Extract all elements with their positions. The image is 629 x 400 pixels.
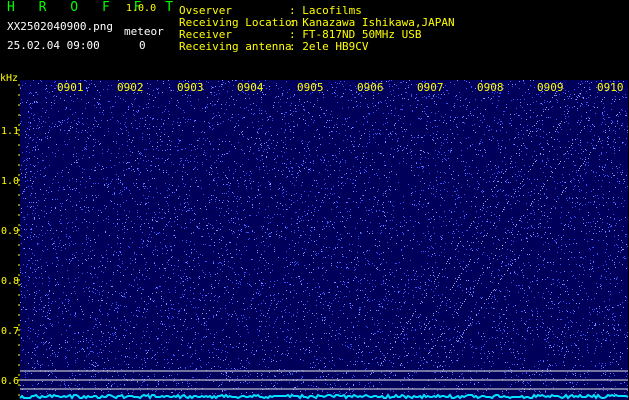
time-tick-label: 0910 xyxy=(597,81,624,94)
time-tick-label: 0906 xyxy=(357,81,384,94)
spectrogram: 0901 0902 0903 0904 0905 0906 0907 0908 0909 0910… xyxy=(1,80,629,400)
time-tick-label: 0903 xyxy=(177,81,204,94)
freq-axis: 1.1 1.0 0.9 0.8 0.7 0.6 xyxy=(1,84,20,396)
time-tick-label: 0904 xyxy=(237,81,264,94)
freq-tick-label: 1.0 xyxy=(1,176,19,187)
time-tick-label: 0902 xyxy=(117,81,144,94)
time-tick-label: 0905 xyxy=(297,81,324,94)
freq-tick-label: 0.8 xyxy=(1,276,19,287)
time-tick-label: 0908 xyxy=(477,81,504,94)
hrofft-window: { "header": { "app_name": "H R O F F T",… xyxy=(0,0,629,400)
time-tick-label: 0907 xyxy=(417,81,444,94)
freq-tick-label: 0.9 xyxy=(1,226,19,237)
time-tick-label: 0909 xyxy=(537,81,564,94)
time-tick-label: 0901 xyxy=(57,81,84,94)
freq-tick-label: 1.1 xyxy=(1,126,19,137)
freq-tick-label: 0.6 xyxy=(1,376,19,387)
freq-tick-label: 0.7 xyxy=(1,326,19,337)
